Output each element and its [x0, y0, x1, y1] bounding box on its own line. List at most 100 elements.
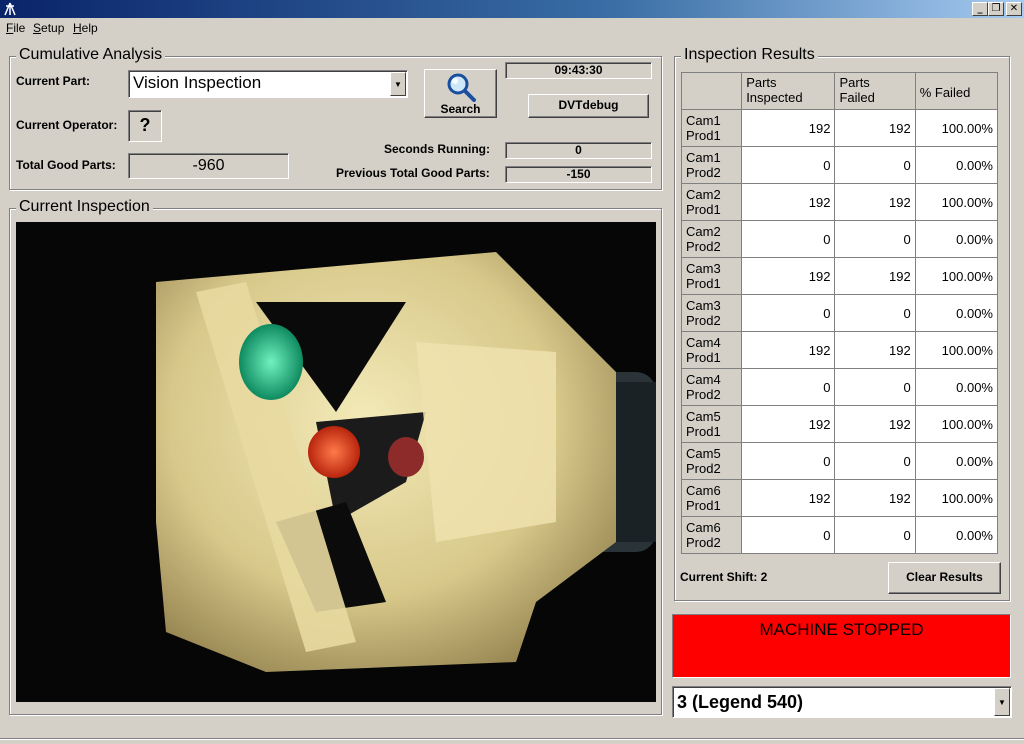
results-table: Parts Inspected Parts Failed % Failed Cam1… [680, 72, 999, 554]
row-cam: Cam4 [686, 335, 721, 350]
row-prod: Prod1 [686, 498, 721, 513]
row-label: Cam6 Prod1 [680, 479, 743, 517]
product-select[interactable]: 3 (Legend 540) ▼ [672, 686, 1012, 718]
magnifier-icon [447, 73, 476, 102]
row-prod: Prod2 [686, 239, 721, 254]
current-operator-label: Current Operator: [16, 118, 118, 132]
cell-parts-failed: 192 [834, 257, 916, 295]
cell-percent-failed: 0.00% [914, 442, 999, 480]
row-prod: Prod1 [686, 202, 721, 217]
cell-parts-inspected: 192 [741, 257, 836, 295]
row-cam: Cam4 [686, 372, 721, 387]
machine-status-banner: MACHINE STOPPED [672, 614, 1011, 678]
row-prod: Prod1 [686, 128, 721, 143]
row-cam: Cam6 [686, 483, 721, 498]
current-operator-value: ? [128, 110, 162, 142]
row-label: Cam4 Prod1 [680, 331, 743, 369]
seconds-running-value: 0 [505, 142, 652, 159]
row-prod: Prod2 [686, 313, 721, 328]
row-label: Cam5 Prod2 [680, 442, 743, 480]
cumulative-analysis-title: Cumulative Analysis [16, 46, 166, 64]
row-prod: Prod1 [686, 424, 721, 439]
row-label: Cam3 Prod2 [680, 294, 743, 332]
chevron-down-icon[interactable]: ▼ [994, 688, 1010, 716]
row-cam: Cam2 [686, 224, 721, 239]
table-row: Cam1 Prod2 0 0 0.00% [680, 146, 999, 184]
header-percent-failed: % Failed [914, 72, 999, 110]
cell-parts-inspected: 0 [741, 220, 836, 258]
previous-total-label: Previous Total Good Parts: [336, 166, 490, 180]
search-label: Search [440, 102, 481, 116]
row-cam: Cam3 [686, 298, 721, 313]
row-cam: Cam1 [686, 150, 721, 165]
cell-parts-inspected: 192 [741, 183, 836, 221]
cell-parts-failed: 192 [834, 331, 916, 369]
table-header-row: Parts Inspected Parts Failed % Failed [680, 72, 999, 110]
cell-percent-failed: 100.00% [914, 331, 999, 369]
cell-parts-inspected: 192 [741, 405, 836, 443]
row-label: Cam2 Prod2 [680, 220, 743, 258]
cell-parts-failed: 192 [834, 479, 916, 517]
row-prod: Prod2 [686, 535, 721, 550]
machine-status-text: MACHINE STOPPED [759, 620, 924, 639]
title-bar[interactable]: _ ❐ ✕ [0, 0, 1024, 18]
row-label: Cam1 Prod2 [680, 146, 743, 184]
menu-file[interactable]: File [6, 21, 25, 35]
row-cam: Cam5 [686, 409, 721, 424]
table-row: Cam2 Prod1 192 192 100.00% [680, 183, 999, 221]
clear-results-button[interactable]: Clear Results [888, 562, 1001, 594]
chevron-down-icon[interactable]: ▼ [390, 72, 406, 96]
cell-parts-inspected: 192 [741, 109, 836, 147]
cell-parts-inspected: 192 [741, 479, 836, 517]
cell-parts-failed: 0 [834, 368, 916, 406]
cell-parts-failed: 192 [834, 109, 916, 147]
row-cam: Cam1 [686, 113, 721, 128]
minimize-button[interactable]: _ [972, 2, 988, 16]
row-label: Cam1 Prod1 [680, 109, 743, 147]
dvtdebug-button[interactable]: DVTdebug [528, 94, 649, 118]
row-label: Cam4 Prod2 [680, 368, 743, 406]
cell-percent-failed: 100.00% [914, 183, 999, 221]
cell-percent-failed: 0.00% [914, 368, 999, 406]
cell-percent-failed: 0.00% [914, 146, 999, 184]
cell-percent-failed: 100.00% [914, 109, 999, 147]
table-row: Cam3 Prod1 192 192 100.00% [680, 257, 999, 295]
close-button[interactable]: ✕ [1006, 2, 1022, 16]
row-label: Cam3 Prod1 [680, 257, 743, 295]
product-select-value: 3 (Legend 540) [677, 692, 804, 712]
current-part-label: Current Part: [16, 74, 91, 88]
current-inspection-title: Current Inspection [16, 198, 153, 216]
row-label: Cam5 Prod1 [680, 405, 743, 443]
current-part-select[interactable]: Vision Inspection ▼ [128, 70, 408, 98]
cell-percent-failed: 0.00% [914, 294, 999, 332]
header-blank [680, 72, 743, 110]
row-prod: Prod1 [686, 276, 721, 291]
cell-percent-failed: 0.00% [914, 220, 999, 258]
row-cam: Cam6 [686, 520, 721, 535]
cell-parts-failed: 192 [834, 405, 916, 443]
row-prod: Prod1 [686, 350, 721, 365]
restore-button[interactable]: ❐ [988, 2, 1004, 16]
row-prod: Prod2 [686, 461, 721, 476]
cell-percent-failed: 100.00% [914, 479, 999, 517]
menu-help[interactable]: Help [73, 21, 98, 35]
seconds-running-label: Seconds Running: [384, 142, 490, 156]
cell-parts-failed: 0 [834, 146, 916, 184]
row-cam: Cam5 [686, 446, 721, 461]
row-cam: Cam3 [686, 261, 721, 276]
search-button[interactable]: Search [424, 69, 497, 118]
menu-setup[interactable]: Setup [33, 21, 64, 35]
header-parts-failed: Parts Failed [834, 72, 916, 110]
cell-parts-inspected: 0 [741, 368, 836, 406]
row-prod: Prod2 [686, 387, 721, 402]
cell-parts-inspected: 192 [741, 331, 836, 369]
cell-parts-inspected: 0 [741, 516, 836, 554]
cell-parts-failed: 0 [834, 442, 916, 480]
cell-percent-failed: 100.00% [914, 405, 999, 443]
menu-bar: File Setup Help [0, 18, 1024, 38]
row-prod: Prod2 [686, 165, 721, 180]
table-row: Cam4 Prod2 0 0 0.00% [680, 368, 999, 406]
table-row: Cam1 Prod1 192 192 100.00% [680, 109, 999, 147]
table-row: Cam5 Prod1 192 192 100.00% [680, 405, 999, 443]
table-row: Cam6 Prod1 192 192 100.00% [680, 479, 999, 517]
